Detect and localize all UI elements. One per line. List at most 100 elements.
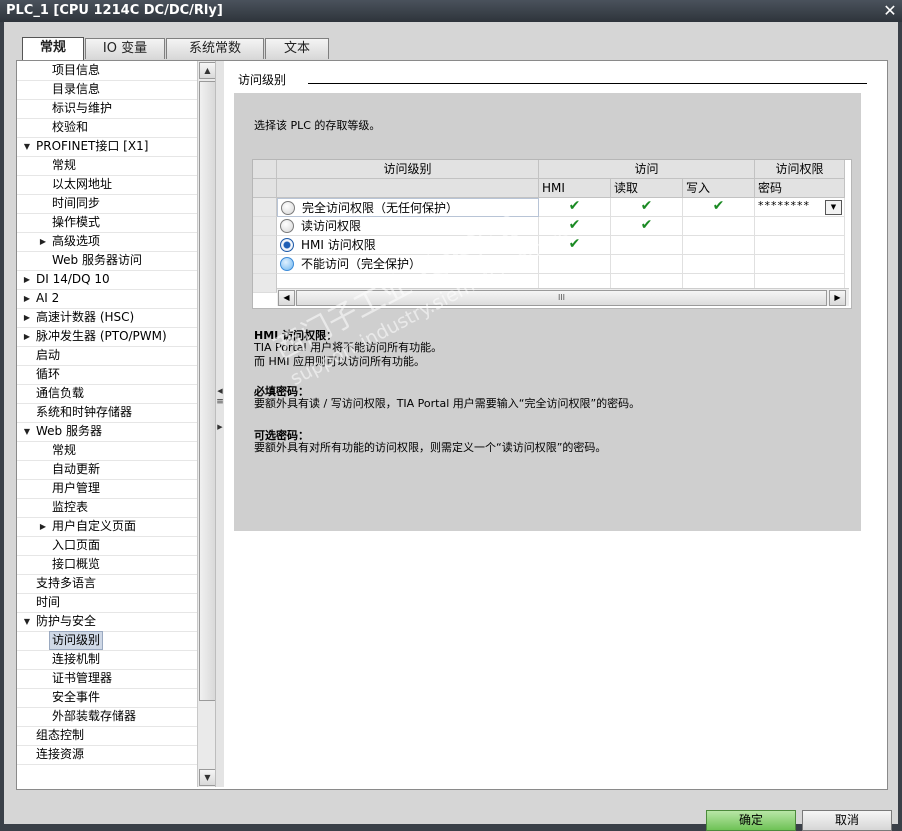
row-header[interactable]	[253, 217, 277, 236]
scroll-down-icon[interactable]: ▼	[199, 769, 216, 786]
nav-item[interactable]: 循环	[17, 365, 198, 385]
cancel-button[interactable]: 取消	[802, 810, 892, 831]
nav-item[interactable]: 目录信息	[17, 80, 198, 100]
nav-item[interactable]: 常规	[17, 156, 198, 176]
nav-item-label: 以太网地址	[52, 177, 113, 191]
nav-item[interactable]: 连接资源	[17, 745, 198, 765]
radio-checked-icon[interactable]	[280, 238, 294, 252]
grid-hscrollbar[interactable]: ◀ III ▶	[277, 288, 849, 306]
nav-item[interactable]: ▶ DI 14/DQ 10	[17, 270, 198, 290]
nav-item[interactable]: 连接机制	[17, 650, 198, 670]
expand-right-icon[interactable]: ▶	[22, 270, 32, 289]
grid-scroll-thumb[interactable]: III	[296, 290, 827, 306]
nav-item[interactable]: ▶ 脉冲发生器 (PTO/PWM)	[17, 327, 198, 347]
access-level-cell[interactable]: HMI 访问权限	[277, 236, 539, 255]
nav-item[interactable]: ▶ 用户自定义页面	[17, 517, 198, 537]
tab-io-tags[interactable]: IO 变量	[85, 38, 165, 59]
radio-icon[interactable]	[281, 201, 295, 215]
nav-item-label: 监控表	[52, 500, 89, 514]
nav-item[interactable]: 通信负载	[17, 384, 198, 404]
expand-right-icon[interactable]: ▶	[38, 232, 48, 251]
nav-item-label: Web 服务器	[36, 424, 102, 438]
expand-right-icon[interactable]: ▶	[38, 517, 48, 536]
row-header[interactable]	[253, 274, 277, 293]
nav-item[interactable]: 监控表	[17, 498, 198, 518]
expand-right-icon[interactable]: ▶	[22, 308, 32, 327]
nav-item[interactable]: ▶ 高级选项	[17, 232, 198, 252]
nav-item-label: 项目信息	[52, 63, 101, 77]
nav-item[interactable]: 常规	[17, 441, 198, 461]
expand-right-icon[interactable]: ▶	[22, 289, 32, 308]
scroll-right-icon[interactable]: ▶	[829, 290, 846, 306]
header-access: 访问	[539, 160, 755, 179]
nav-item[interactable]: ▼ Web 服务器	[17, 422, 198, 442]
row-header[interactable]	[253, 255, 277, 274]
nav-item[interactable]: 系统和时钟存储器	[17, 403, 198, 423]
tab-texts[interactable]: 文本	[265, 38, 329, 59]
close-icon[interactable]: ✕	[882, 3, 898, 19]
nav-item-label: 入口页面	[52, 538, 101, 552]
nav-item[interactable]: ▶ 高速计数器 (HSC)	[17, 308, 198, 328]
nav-item[interactable]: 项目信息	[17, 61, 198, 81]
radio-icon[interactable]	[280, 257, 294, 271]
nav-item[interactable]: 以太网地址	[17, 175, 198, 195]
access-level-cell[interactable]: 读访问权限	[277, 217, 539, 236]
nav-item[interactable]: 接口概览	[17, 555, 198, 575]
nav-item[interactable]: 校验和	[17, 118, 198, 138]
nav-item-label: 时间	[36, 595, 61, 609]
nav-item[interactable]: 组态控制	[17, 726, 198, 746]
row-header[interactable]	[253, 236, 277, 255]
collapse-right-icon[interactable]: ▶	[216, 423, 224, 431]
nav-item[interactable]: ▶ AI 2	[17, 289, 198, 309]
nav-item[interactable]: Web 服务器访问	[17, 251, 198, 271]
header-write: 写入	[683, 179, 755, 198]
nav-item[interactable]: 启动	[17, 346, 198, 366]
nav-item-label: 组态控制	[36, 728, 85, 742]
optional-password-line1: 要额外具有对所有功能的访问权限，则需定义一个“读访问权限”的密码。	[254, 441, 607, 454]
access-level-cell[interactable]: 完全访问权限（无任何保护）	[277, 198, 539, 217]
dialog-frame: 常规 IO 变量 系统常数 文本 项目信息目录信息标识与维护 校验和 ▼ PROFIN…	[4, 22, 898, 831]
access-level-cell[interactable]: 不能访问（完全保护）	[277, 255, 539, 274]
header-blank	[277, 179, 539, 198]
nav-item[interactable]: 访问级别	[17, 631, 198, 651]
row-header[interactable]	[253, 198, 277, 217]
nav-item[interactable]: 时间同步	[17, 194, 198, 214]
expand-right-icon[interactable]: ▶	[22, 327, 32, 346]
nav-item-label: 安全事件	[52, 690, 101, 704]
nav-item[interactable]: 操作模式	[17, 213, 198, 233]
nav-scrollbar[interactable]: ▲ ▼	[197, 61, 216, 787]
nav-item[interactable]: ▼ 防护与安全	[17, 612, 198, 632]
scroll-thumb[interactable]	[199, 81, 216, 701]
nav-item-label: 启动	[36, 348, 61, 362]
nav-item[interactable]: 自动更新	[17, 460, 198, 480]
nav-item-label: 目录信息	[52, 82, 101, 96]
nav-item[interactable]: 外部装载存储器	[17, 707, 198, 727]
expand-down-icon[interactable]: ▼	[22, 137, 32, 156]
nav-item[interactable]: 安全事件	[17, 688, 198, 708]
ok-button[interactable]: 确定	[706, 810, 796, 831]
nav-item-label: 循环	[36, 367, 61, 381]
collapse-left-icon[interactable]: ◀	[216, 387, 224, 395]
expand-down-icon[interactable]: ▼	[22, 612, 32, 631]
nav-item[interactable]: 入口页面	[17, 536, 198, 556]
scroll-left-icon[interactable]: ◀	[278, 290, 295, 306]
nav-item[interactable]: 时间	[17, 593, 198, 613]
nav-item[interactable]: 用户管理	[17, 479, 198, 499]
nav-item-label: 高级选项	[52, 234, 101, 248]
password-value[interactable]: ********	[758, 199, 810, 212]
nav-item[interactable]: 支持多语言	[17, 574, 198, 594]
nav-item[interactable]: 证书管理器	[17, 669, 198, 689]
nav-item-label: DI 14/DQ 10	[36, 272, 110, 286]
tab-general[interactable]: 常规	[22, 37, 84, 60]
nav-item[interactable]: 标识与维护	[17, 99, 198, 119]
scroll-up-icon[interactable]: ▲	[199, 62, 216, 79]
pwd-cell[interactable]: ******** ▼	[755, 198, 845, 217]
expand-down-icon[interactable]: ▼	[22, 422, 32, 441]
tab-system-constants[interactable]: 系统常数	[166, 38, 264, 59]
access-level-label: 完全访问权限（无任何保护）	[302, 201, 459, 215]
nav-item[interactable]: ▼ PROFINET接口 [X1]	[17, 137, 198, 157]
dropdown-icon[interactable]: ▼	[825, 200, 842, 215]
header-hmi: HMI	[539, 179, 611, 198]
radio-icon[interactable]	[280, 219, 294, 233]
nav-item-label: 用户管理	[52, 481, 101, 495]
